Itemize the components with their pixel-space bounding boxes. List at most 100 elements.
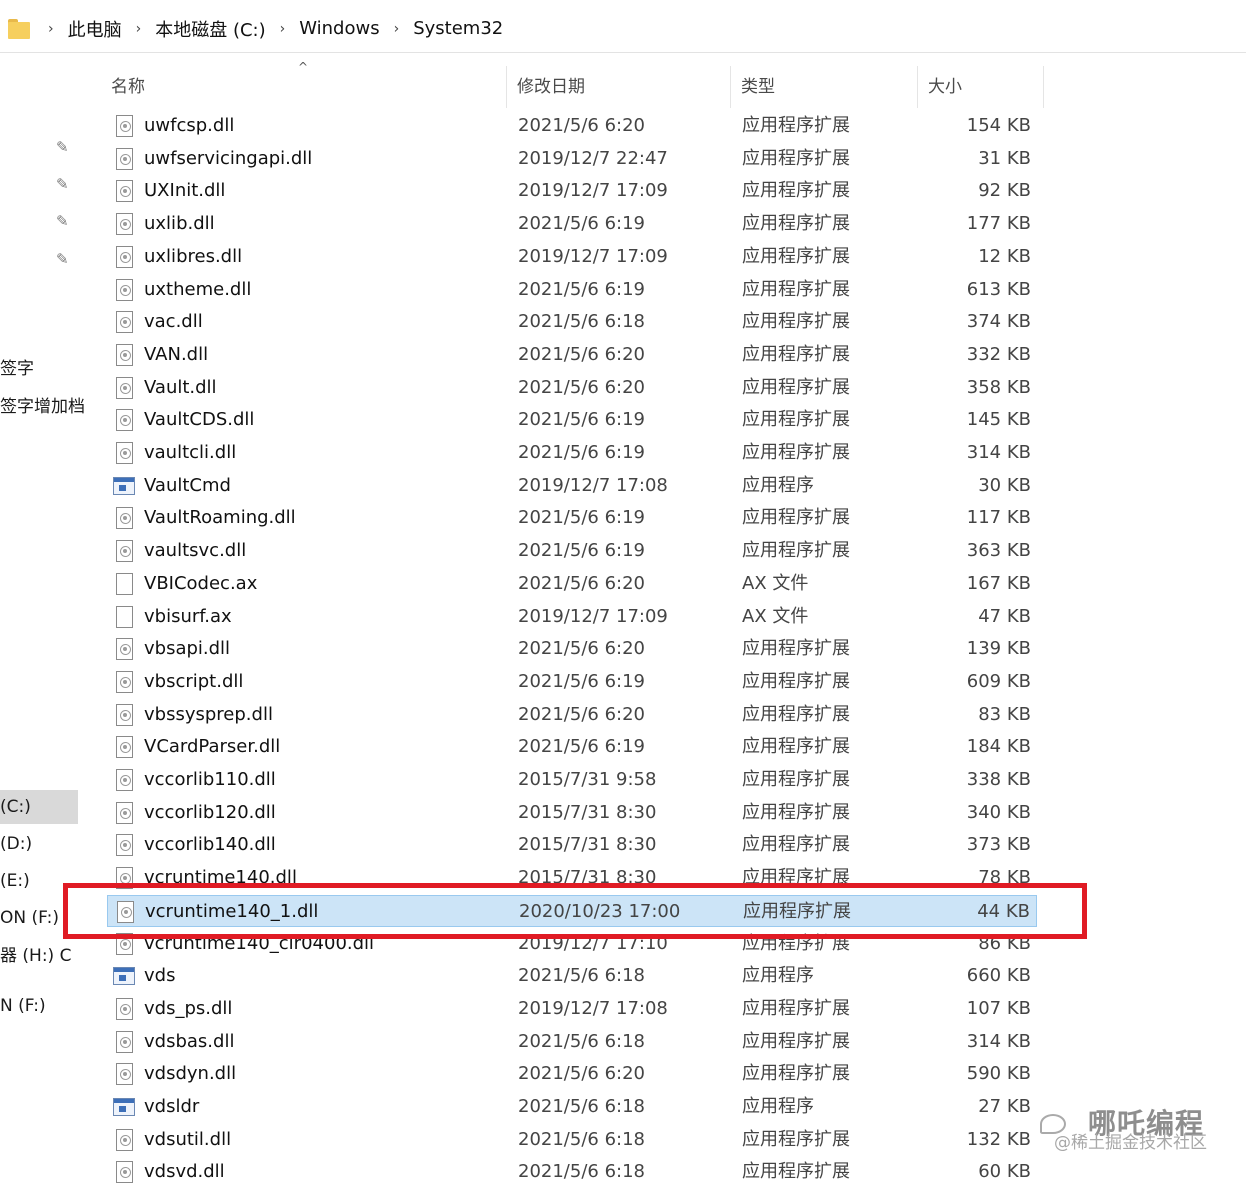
file-row[interactable]: vccorlib120.dll 2015/7/31 8:30 应用程序扩展 340 K… [107, 797, 1037, 829]
pin-icon[interactable]: ✎ [56, 212, 74, 230]
file-type: 应用程序扩展 [742, 801, 850, 823]
file-size: 167 KB [966, 572, 1031, 594]
dll-file-icon [116, 1063, 133, 1086]
file-row[interactable]: Vault.dll 2021/5/6 6:20 应用程序扩展 358 KB [107, 372, 1037, 404]
nav-item-quick-access[interactable]: 签字增加档 [0, 390, 85, 424]
file-row[interactable]: vbsapi.dll 2021/5/6 6:20 应用程序扩展 139 KB [107, 633, 1037, 665]
file-size: 30 KB [978, 474, 1031, 496]
file-name: VCardParser.dll [144, 736, 281, 758]
breadcrumb-system32[interactable]: System32 [405, 18, 511, 39]
column-header-size[interactable]: 大小 [918, 66, 1044, 108]
file-size: 184 KB [966, 736, 1031, 758]
file-row[interactable]: vccorlib110.dll 2015/7/31 9:58 应用程序扩展 338 K… [107, 764, 1037, 796]
file-type: 应用程序扩展 [742, 1161, 850, 1183]
column-header-name[interactable]: 名称 [101, 66, 507, 108]
file-type: 应用程序扩展 [742, 311, 850, 333]
file-size: 47 KB [978, 605, 1031, 627]
nav-item-drive-f[interactable]: ON (F:) [0, 901, 59, 935]
file-size: 83 KB [978, 703, 1031, 725]
file-row[interactable]: uxlib.dll 2021/5/6 6:19 应用程序扩展 177 KB [107, 208, 1037, 240]
column-header-date[interactable]: 修改日期 [507, 66, 731, 108]
file-date: 2021/5/6 6:18 [518, 311, 645, 333]
nav-item-quick-access[interactable]: 签字 [0, 352, 34, 386]
file-row[interactable]: vbssysprep.dll 2021/5/6 6:20 应用程序扩展 83 KB [107, 699, 1037, 731]
file-name: vds [144, 965, 176, 987]
file-row[interactable]: vdsldr 2021/5/6 6:18 应用程序 27 KB [107, 1091, 1037, 1123]
file-date: 2019/12/7 22:47 [518, 147, 668, 169]
nav-item-drive-h[interactable]: 器 (H:) C [0, 939, 71, 973]
file-name: vdsutil.dll [144, 1128, 232, 1150]
file-name: VaultCmd [144, 474, 231, 496]
file-row[interactable]: vccorlib140.dll 2015/7/31 8:30 应用程序扩展 373 K… [107, 829, 1037, 861]
watermark-subtitle: @稀土掘金技术社区 [1054, 1133, 1207, 1153]
breadcrumb-local-disk-c[interactable]: 本地磁盘 (C:) [147, 16, 273, 42]
file-row[interactable]: vaultsvc.dll 2021/5/6 6:19 应用程序扩展 363 KB [107, 535, 1037, 567]
dll-file-icon [116, 507, 133, 530]
nav-item-drive-f-2[interactable]: N (F:) [0, 989, 46, 1023]
file-date: 2019/12/7 17:09 [518, 180, 668, 202]
file-name: vdsvd.dll [144, 1161, 225, 1183]
file-type: 应用程序扩展 [742, 147, 850, 169]
file-row[interactable]: UXInit.dll 2019/12/7 17:09 应用程序扩展 92 KB [107, 175, 1037, 207]
file-size: 107 KB [966, 997, 1031, 1019]
file-name: vdsbas.dll [144, 1030, 235, 1052]
file-row[interactable]: uxtheme.dll 2021/5/6 6:19 应用程序扩展 613 KB [107, 274, 1037, 306]
file-row[interactable]: vbscript.dll 2021/5/6 6:19 应用程序扩展 609 KB [107, 666, 1037, 698]
dll-file-icon [116, 670, 133, 693]
file-row[interactable]: VBICodec.ax 2021/5/6 6:20 AX 文件 167 KB [107, 568, 1037, 600]
file-row[interactable]: vac.dll 2021/5/6 6:18 应用程序扩展 374 KB [107, 306, 1037, 338]
file-row[interactable]: VaultRoaming.dll 2021/5/6 6:19 应用程序扩展 117 K… [107, 502, 1037, 534]
pin-icon[interactable]: ✎ [56, 250, 74, 268]
pin-icon[interactable]: ✎ [56, 138, 74, 156]
column-header-type[interactable]: 类型 [731, 66, 918, 108]
file-row[interactable]: vcruntime140_1.dll 2020/10/23 17:00 应用程序扩展… [107, 894, 1037, 927]
file-type: 应用程序扩展 [742, 213, 850, 235]
file-row[interactable]: vdsbas.dll 2021/5/6 6:18 应用程序扩展 314 KB [107, 1026, 1037, 1058]
file-name: uxtheme.dll [144, 278, 252, 300]
nav-item-drive-e[interactable]: (E:) [0, 864, 30, 898]
wechat-logo-icon [1040, 1114, 1066, 1134]
file-date: 2021/5/6 6:18 [518, 1030, 645, 1052]
file-row[interactable]: VAN.dll 2021/5/6 6:20 应用程序扩展 332 KB [107, 339, 1037, 371]
file-size: 609 KB [966, 670, 1031, 692]
address-bar[interactable]: › 此电脑 › 本地磁盘 (C:) › Windows › System32 [0, 5, 1246, 53]
file-row[interactable]: vds_ps.dll 2019/12/7 17:08 应用程序扩展 107 KB [107, 993, 1037, 1025]
file-row[interactable]: vbisurf.ax 2019/12/7 17:09 AX 文件 47 KB [107, 601, 1037, 633]
file-row[interactable]: VaultCDS.dll 2021/5/6 6:19 应用程序扩展 145 KB [107, 404, 1037, 436]
breadcrumb-separator: › [135, 20, 142, 37]
file-row[interactable]: uxlibres.dll 2019/12/7 17:09 应用程序扩展 12 KB [107, 241, 1037, 273]
file-size: 590 KB [966, 1063, 1031, 1085]
file-row[interactable]: vcruntime140.dll 2015/7/31 8:30 应用程序扩展 78 K… [107, 862, 1037, 894]
file-row[interactable]: uwfservicingapi.dll 2019/12/7 22:47 应用程序扩展… [107, 143, 1037, 175]
nav-item-drive-d[interactable]: (D:) [0, 827, 32, 861]
file-row[interactable]: VaultCmd 2019/12/7 17:08 应用程序 30 KB [107, 470, 1037, 502]
file-date: 2019/12/7 17:08 [518, 997, 668, 1019]
file-size: 78 KB [978, 867, 1031, 889]
file-row[interactable]: uwfcsp.dll 2021/5/6 6:20 应用程序扩展 154 KB [107, 110, 1037, 142]
file-row[interactable]: vdsutil.dll 2021/5/6 6:18 应用程序扩展 132 KB [107, 1124, 1037, 1156]
file-name: vdsdyn.dll [144, 1063, 237, 1085]
file-size: 338 KB [966, 769, 1031, 790]
file-name: uxlib.dll [144, 213, 215, 235]
file-row[interactable]: vcruntime140_clr0400.dll 2019/12/7 17:10 应… [107, 928, 1037, 960]
file-name: vds_ps.dll [144, 997, 233, 1019]
pin-icon[interactable]: ✎ [56, 175, 74, 193]
file-row[interactable]: vaultcli.dll 2021/5/6 6:19 应用程序扩展 314 KB [107, 437, 1037, 469]
file-size: 374 KB [966, 311, 1031, 333]
file-row[interactable]: vdsdyn.dll 2021/5/6 6:20 应用程序扩展 590 KB [107, 1058, 1037, 1090]
file-size: 31 KB [978, 147, 1031, 169]
file-row[interactable]: vdsvd.dll 2021/5/6 6:18 应用程序扩展 60 KB [107, 1156, 1037, 1188]
file-date: 2021/5/6 6:18 [518, 1096, 645, 1117]
breadcrumb-windows[interactable]: Windows [291, 18, 387, 39]
file-row[interactable]: VCardParser.dll 2021/5/6 6:19 应用程序扩展 184 KB [107, 731, 1037, 763]
file-date: 2015/7/31 8:30 [518, 834, 657, 856]
dll-file-icon [116, 736, 133, 759]
breadcrumb-this-pc[interactable]: 此电脑 [60, 16, 130, 42]
file-name: vccorlib120.dll [144, 801, 276, 823]
nav-item-drive-c[interactable]: (C:) [0, 790, 78, 824]
file-type: 应用程序 [742, 474, 814, 496]
file-date: 2021/5/6 6:20 [518, 638, 645, 660]
file-type: AX 文件 [742, 605, 809, 627]
file-date: 2021/5/6 6:20 [518, 1063, 645, 1085]
file-row[interactable]: vds 2021/5/6 6:18 应用程序 660 KB [107, 960, 1037, 992]
